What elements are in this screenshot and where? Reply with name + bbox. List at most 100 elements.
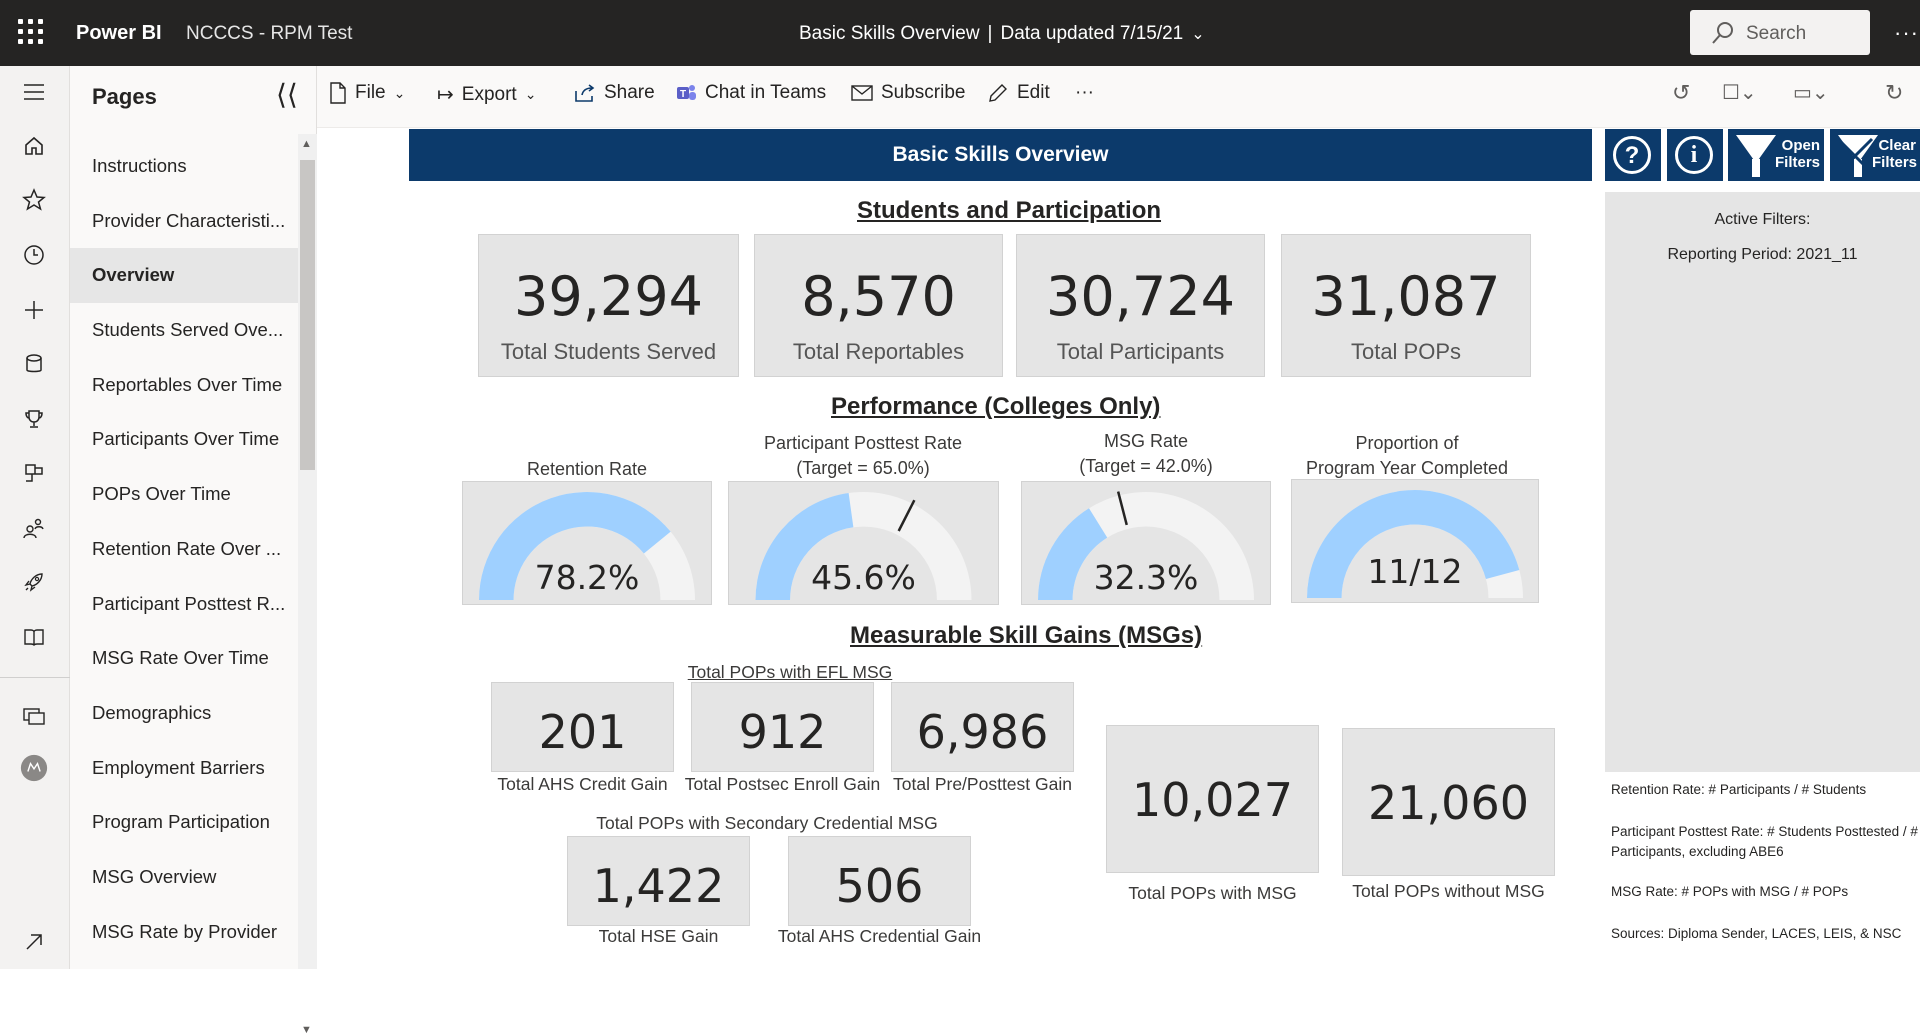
edit-button[interactable]: Edit [987,82,1050,104]
gauge-posttest-rate[interactable]: 45.6% [728,481,999,605]
create-plus-icon[interactable] [20,296,48,324]
workspaces-book-icon[interactable] [20,623,48,651]
kpi-card-pops-without-msg[interactable]: 21,060 [1342,728,1555,876]
kpi-label-pops-without-msg: Total POPs without MSG [1352,881,1545,901]
more-options-icon[interactable]: ··· [1894,20,1919,46]
goals-trophy-icon[interactable] [20,405,48,433]
export-arrow-icon: ↦ [437,84,454,106]
collapse-chevrons-icon[interactable]: ⟨⟨ [276,78,298,111]
file-label: File [355,82,386,103]
view-icon[interactable]: ▭⌄ [1793,80,1829,105]
kpi-card-pre-posttest[interactable]: 6,986 [891,682,1074,772]
page-item-instructions[interactable]: Instructions [70,139,298,194]
workspace-monitor-icon[interactable] [20,702,48,730]
report-banner: Basic Skills Overview [409,129,1592,181]
open-filters-button[interactable]: Open Filters [1728,129,1824,181]
efl-group-label: Total POPs with EFL MSG [687,662,893,682]
refresh-icon[interactable]: ↻ [1885,80,1903,106]
more-actions-icon[interactable]: ··· [1075,82,1094,104]
page-item-provider-characteristics[interactable]: Provider Characteristi... [70,194,298,249]
bookmark-icon[interactable]: ☐⌄ [1722,80,1757,105]
kpi-label-pops-with-msg: Total POPs with MSG [1128,883,1297,903]
search-box[interactable]: Search [1690,10,1870,55]
gauge-msg-rate[interactable]: 32.3% [1021,481,1271,605]
page-item-employment-barriers[interactable]: Employment Barriers [70,741,298,796]
active-filters-label: Active Filters: [1714,211,1811,228]
home-icon[interactable] [20,132,48,160]
section-performance: Performance (Colleges Only) [831,393,1161,420]
help-button[interactable]: ? [1605,129,1661,181]
kpi-card-students-served[interactable]: 39,294 Total Students Served [478,234,739,377]
page-item-participants[interactable]: Participants Over Time [70,412,298,467]
kpi-label: Total Reportables [792,339,965,364]
learn-rocket-icon[interactable] [20,568,48,596]
teams-icon: T [677,85,696,100]
page-item-program-participation[interactable]: Program Participation [70,795,298,850]
kpi-card-reportables[interactable]: 8,570 Total Reportables [754,234,1003,377]
kpi-label-ahs-credential: Total AHS Credential Gain [777,926,982,946]
expand-icon[interactable] [20,928,48,956]
share-button[interactable]: Share [574,82,655,104]
report-title-dropdown[interactable]: Basic Skills Overview | Data updated 7/15/… [799,23,1205,45]
page-item-students-served[interactable]: Students Served Ove... [70,303,298,358]
shared-people-icon[interactable] [20,514,48,542]
gauge-value: 11/12 [1367,552,1463,591]
app-launcher-icon[interactable] [18,19,44,45]
favorites-star-icon[interactable] [20,186,48,214]
chat-in-teams-button[interactable]: T Chat in Teams [675,82,826,104]
kpi-label-postsec-enroll: Total Postsec Enroll Gain [684,774,881,794]
note-retention: Retention Rate: # Participants / # Stude… [1611,782,1867,797]
file-menu[interactable]: File ⌄ [329,82,405,104]
search-icon [1712,22,1733,44]
apps-icon[interactable] [20,459,48,487]
help-icon: ? [1613,136,1651,174]
app-name[interactable]: Power BI [76,22,162,45]
subscribe-button[interactable]: Subscribe [851,82,966,104]
rail-divider [0,677,70,678]
workspace-name[interactable]: NCCCS - RPM Test [186,23,352,45]
kpi-card-pops-with-msg[interactable]: 10,027 [1106,725,1319,873]
scrollbar-thumb[interactable] [300,160,315,470]
kpi-card-ahs-credential[interactable]: 506 [788,836,971,926]
page-item-msg-rate[interactable]: MSG Rate Over Time [70,631,298,686]
avatar-icon[interactable] [20,754,48,782]
scroll-up-icon[interactable]: ▲ [301,138,312,150]
gauge-year-completed[interactable]: 11/12 [1291,479,1539,603]
search-placeholder: Search [1746,23,1807,44]
share-label: Share [604,82,655,103]
section-students-participation: Students and Participation [857,197,1162,224]
export-menu[interactable]: ↦ Export ⌄ [437,82,536,107]
share-icon [575,84,595,102]
kpi-card-pops[interactable]: 31,087 Total POPs [1281,234,1531,377]
recent-clock-icon[interactable] [20,241,48,269]
page-item-demographics[interactable]: Demographics [70,686,298,741]
report-title: Basic Skills Overview [799,23,980,44]
page-item-msg-overview[interactable]: MSG Overview [70,850,298,905]
nav-rail [0,66,70,969]
page-item-overview[interactable]: Overview [70,248,298,304]
clear-filters-button[interactable]: Clear Filters [1830,129,1920,181]
page-item-participant-posttest[interactable]: Participant Posttest R... [70,577,298,632]
menu-icon[interactable] [20,78,48,106]
kpi-card-hse[interactable]: 1,422 [567,836,750,926]
datasets-database-icon[interactable] [20,350,48,378]
kpi-card-participants[interactable]: 30,724 Total Participants [1016,234,1265,377]
title-separator: | [987,23,993,44]
chat-label: Chat in Teams [705,82,827,103]
page-item-reportables[interactable]: Reportables Over Time [70,358,298,413]
top-bar: Power BI NCCCS - RPM Test Basic Skills O… [0,0,1920,66]
kpi-card-ahs-credit[interactable]: 201 [491,682,674,772]
page-item-msg-rate-by-provider[interactable]: MSG Rate by Provider [70,905,298,960]
gauge-title-retention: Retention Rate [526,459,648,479]
clear-filters-label: Clear Filters [1872,137,1918,171]
scroll-down-icon[interactable]: ▼ [301,1024,312,1036]
pages-scrollbar[interactable]: ▲ ▼ [298,134,317,1036]
page-item-retention-rate[interactable]: Retention Rate Over ... [70,522,298,577]
file-icon [330,82,346,104]
undo-icon[interactable]: ↺ [1672,80,1690,106]
mail-icon [851,85,873,101]
page-item-pops[interactable]: POPs Over Time [70,467,298,522]
kpi-card-postsec-enroll[interactable]: 912 [691,682,874,772]
info-button[interactable]: i [1667,129,1723,181]
gauge-retention-rate[interactable]: 78.2% [462,481,712,605]
